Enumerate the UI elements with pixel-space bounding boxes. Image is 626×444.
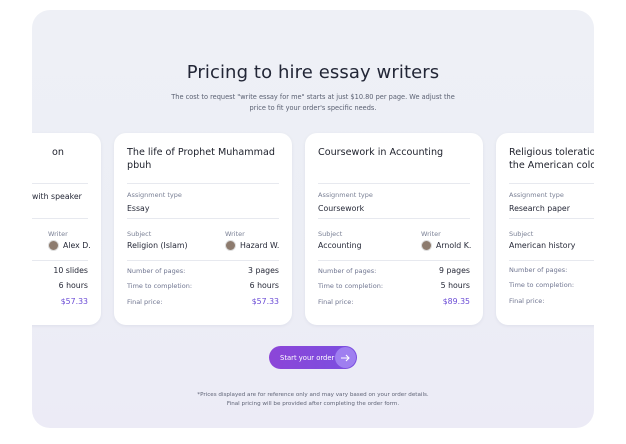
- card-title: Religious toleration the American colo: [509, 147, 594, 171]
- sample-card: Coursework in Accounting Assignment type…: [305, 133, 483, 325]
- subject-value: Accounting: [318, 241, 362, 250]
- card-assignment-type: Coursework: [318, 204, 365, 213]
- page-subtitle: The cost to request "write essay for me"…: [171, 93, 455, 112]
- writer-info: Alex D.: [48, 240, 91, 251]
- pages-label: Number of pages:: [509, 266, 568, 274]
- assignment-type-label: Assignment type: [318, 191, 373, 199]
- pricing-section: Pricing to hire essay writers The cost t…: [32, 10, 594, 428]
- card-assignment-type: Essay: [127, 204, 150, 213]
- card-assignment-type: Research paper: [509, 204, 570, 213]
- writer-label: Writer: [48, 230, 68, 238]
- pages-value: 3 pages: [248, 266, 279, 275]
- page-title: Pricing to hire essay writers: [186, 62, 440, 83]
- writer-name: Hazard W.: [240, 241, 280, 250]
- pages-value: 9 pages: [439, 266, 470, 275]
- price-label: Final price:: [127, 297, 163, 306]
- price-value: $57.33: [251, 297, 279, 306]
- pages-label: Number of pages:: [318, 266, 377, 275]
- writer-label: Writer: [421, 230, 441, 238]
- writer-info: Hazard W.: [225, 240, 279, 251]
- pages-label: Number of pages:: [127, 266, 186, 275]
- time-value: 6 hours: [58, 281, 88, 290]
- price-value: $57.33: [60, 297, 88, 306]
- sample-card: Religious toleration the American colo A…: [496, 133, 594, 325]
- price-value: $89.35: [442, 297, 470, 306]
- price-label: Final price:: [509, 297, 545, 305]
- pricing-disclaimer: *Prices displayed are for reference only…: [197, 392, 429, 407]
- start-order-button[interactable]: Start your order: [269, 346, 357, 369]
- assignment-type-label: Assignment type: [509, 191, 564, 199]
- writer-info: Arnold K.: [421, 240, 471, 251]
- writer-label: Writer: [225, 230, 245, 238]
- card-assignment-type: with speaker: [32, 192, 82, 201]
- card-title: The life of Prophet Muhammad pbuh: [127, 147, 275, 171]
- subject-label: Subject: [509, 230, 534, 238]
- sample-card: on with speaker Writer Alex D. 10 slides…: [32, 133, 101, 325]
- avatar: [48, 240, 59, 251]
- pages-value: 10 slides: [53, 266, 88, 275]
- card-title: on: [52, 147, 64, 158]
- avatar: [421, 240, 432, 251]
- subject-label: Subject: [127, 230, 152, 238]
- start-order-label: Start your order: [280, 353, 335, 362]
- time-value: 5 hours: [440, 281, 470, 290]
- time-value: 6 hours: [249, 281, 279, 290]
- avatar: [225, 240, 236, 251]
- price-label: Final price:: [318, 297, 354, 306]
- writer-name: Arnold K.: [436, 241, 472, 250]
- writer-name: Alex D.: [63, 241, 91, 250]
- arrow-right-icon: [335, 347, 356, 368]
- assignment-type-label: Assignment type: [127, 191, 182, 199]
- card-title: Coursework in Accounting: [318, 147, 444, 158]
- time-label: Time to completion:: [127, 281, 193, 290]
- sample-card: The life of Prophet Muhammad pbuh Assign…: [114, 133, 292, 325]
- subject-value: Religion (Islam): [127, 241, 188, 250]
- time-label: Time to completion:: [509, 281, 575, 289]
- subject-label: Subject: [318, 230, 343, 238]
- subject-value: American history: [509, 241, 576, 250]
- time-label: Time to completion:: [318, 281, 384, 290]
